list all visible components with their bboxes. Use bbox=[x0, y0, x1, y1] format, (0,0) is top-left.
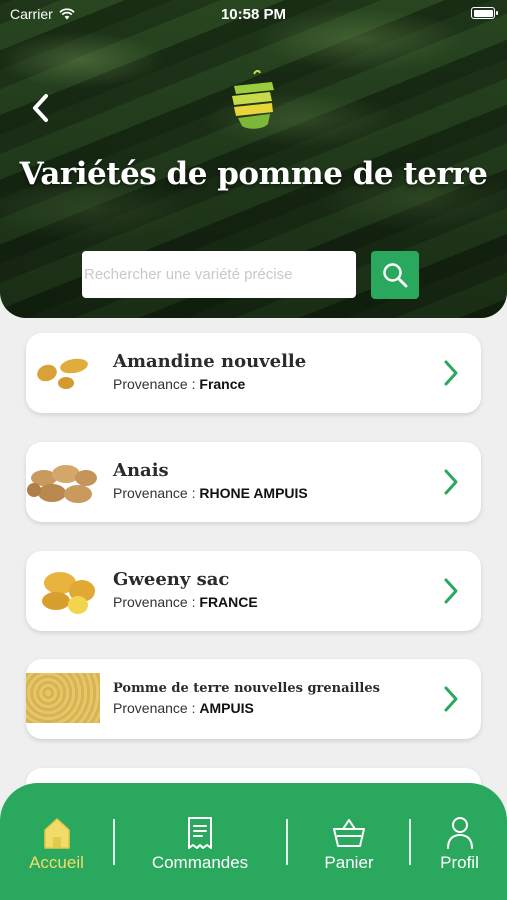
battery-icon bbox=[471, 7, 498, 19]
tab-label: Panier bbox=[324, 853, 374, 872]
chevron-right-icon bbox=[444, 578, 458, 604]
tab-panier[interactable]: Panier bbox=[289, 783, 409, 900]
origin-value: FRANCE bbox=[199, 594, 258, 610]
item-origin: Provenance : AMPUIS bbox=[113, 700, 254, 716]
item-origin: Provenance : France bbox=[113, 376, 245, 392]
receipt-icon bbox=[188, 817, 212, 849]
item-name: Pomme de terre nouvelles grenailles bbox=[113, 681, 380, 696]
chevron-right-icon bbox=[444, 686, 458, 712]
origin-value: AMPUIS bbox=[199, 700, 254, 716]
potato-thumbnail bbox=[27, 465, 97, 503]
item-name: Gweeny sac bbox=[113, 569, 230, 590]
tab-bar: Accueil Commandes Panier Profil bbox=[0, 783, 507, 900]
origin-label: Provenance : bbox=[113, 376, 196, 392]
tab-label: Accueil bbox=[29, 853, 84, 872]
tab-divider bbox=[409, 819, 411, 865]
origin-label: Provenance : bbox=[113, 485, 196, 501]
status-bar: Carrier 10:58 PM bbox=[0, 0, 507, 30]
origin-value: France bbox=[199, 376, 246, 392]
item-origin: Provenance : RHONE AMPUIS bbox=[113, 485, 308, 501]
tab-label: Profil bbox=[440, 853, 479, 872]
tab-commandes[interactable]: Commandes bbox=[115, 783, 285, 900]
item-name: Amandine nouvelle bbox=[113, 351, 307, 372]
search-input[interactable] bbox=[82, 251, 356, 298]
chevron-left-icon bbox=[33, 94, 48, 122]
chevron-right-icon bbox=[444, 360, 458, 386]
origin-value: RHONE AMPUIS bbox=[199, 485, 308, 501]
person-icon bbox=[446, 817, 473, 849]
search-button[interactable] bbox=[371, 251, 419, 299]
tab-label: Commandes bbox=[151, 853, 249, 872]
list-item[interactable]: Anais Provenance : RHONE AMPUIS bbox=[26, 442, 481, 522]
chevron-right-icon bbox=[444, 469, 458, 495]
tab-accueil[interactable]: Accueil bbox=[0, 783, 113, 900]
page-title: Variétés de pomme de terre bbox=[19, 156, 488, 192]
status-time: 10:58 PM bbox=[220, 6, 287, 23]
list-item[interactable]: Pomme de terre nouvelles grenailles Prov… bbox=[26, 659, 481, 739]
search-icon bbox=[383, 263, 408, 288]
origin-label: Provenance : bbox=[113, 700, 196, 716]
tab-divider bbox=[113, 819, 115, 865]
home-icon bbox=[43, 818, 70, 849]
list-item[interactable]: Amandine nouvelle Provenance : France bbox=[26, 333, 481, 413]
tab-divider bbox=[286, 819, 288, 865]
item-origin: Provenance : FRANCE bbox=[113, 594, 258, 610]
tab-profil[interactable]: Profil bbox=[412, 783, 507, 900]
item-name: Anais bbox=[113, 460, 169, 481]
back-button[interactable] bbox=[26, 90, 56, 126]
basket-icon bbox=[333, 819, 365, 847]
potato-thumbnail bbox=[42, 572, 95, 614]
list-item[interactable]: Gweeny sac Provenance : FRANCE bbox=[26, 551, 481, 631]
potato-thumbnail bbox=[37, 358, 88, 389]
potato-thumbnail bbox=[26, 673, 100, 723]
app-logo bbox=[232, 70, 274, 129]
origin-label: Provenance : bbox=[113, 594, 196, 610]
